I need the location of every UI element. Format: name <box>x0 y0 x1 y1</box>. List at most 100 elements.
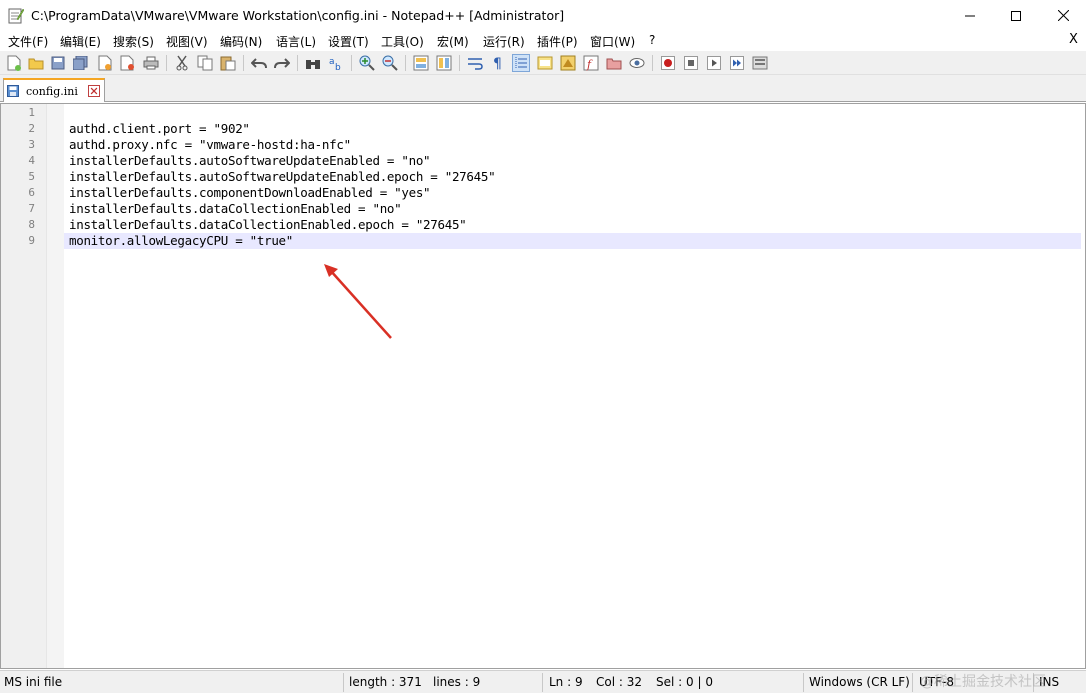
menu-file[interactable]: 文件(F) <box>8 33 48 50</box>
minimize-icon <box>965 15 975 16</box>
status-separator <box>803 673 804 692</box>
menu-plugins[interactable]: 插件(P) <box>537 33 578 50</box>
save-button[interactable] <box>49 54 67 72</box>
menu-help[interactable]: ? <box>649 33 655 47</box>
svg-text:b: b <box>335 63 341 71</box>
save-icon <box>7 85 19 97</box>
fold-margin <box>46 104 64 668</box>
sync-horizontal-button[interactable] <box>435 54 453 72</box>
word-wrap-button[interactable] <box>466 54 484 72</box>
close-button[interactable] <box>1040 0 1086 31</box>
document-map-icon <box>560 55 576 71</box>
record-macro-button[interactable] <box>659 54 677 72</box>
menu-view[interactable]: 视图(V) <box>166 33 208 50</box>
editor-area[interactable]: 1 2 authd.client.port = "902" 3 authd.proxy.… <box>0 103 1086 669</box>
zoom-out-icon <box>382 55 398 71</box>
word-wrap-icon <box>468 58 483 70</box>
line-number: 6 <box>28 186 35 199</box>
toolbar: ab ¶ f <box>0 51 1086 75</box>
redo-icon <box>274 58 290 69</box>
sync-horizontal-icon <box>436 55 452 71</box>
menu-run[interactable]: 运行(R) <box>483 33 525 50</box>
find-button[interactable] <box>304 54 322 72</box>
close-document-button[interactable]: X <box>1069 32 1078 47</box>
folder-open-icon <box>28 58 44 70</box>
print-button[interactable] <box>142 54 160 72</box>
menu-macro[interactable]: 宏(M) <box>437 33 469 50</box>
toolbar-separator <box>652 55 653 71</box>
code-line[interactable]: installerDefaults.autoSoftwareUpdateEnab… <box>69 153 431 168</box>
printer-icon <box>143 56 159 70</box>
zoom-out-button[interactable] <box>381 54 399 72</box>
svg-text:a: a <box>329 57 335 67</box>
sync-vertical-button[interactable] <box>412 54 430 72</box>
title-bar: C:\ProgramData\VMware\VMware Workstation… <box>0 0 1086 31</box>
save-macro-icon <box>752 56 768 70</box>
menu-bar: 文件(F) 编辑(E) 搜索(S) 视图(V) 编码(N) 语言(L) 设置(T… <box>0 31 1086 51</box>
menu-search[interactable]: 搜索(S) <box>113 33 154 50</box>
folder-workspace-button[interactable] <box>605 54 623 72</box>
code-line[interactable]: authd.proxy.nfc = "vmware-hostd:ha-nfc" <box>69 137 351 152</box>
tab-label: config.ini <box>26 85 78 98</box>
toolbar-separator <box>166 55 167 71</box>
record-icon <box>661 56 675 70</box>
code-line[interactable]: monitor.allowLegacyCPU = "true" <box>69 233 293 248</box>
minimize-button[interactable] <box>947 0 993 31</box>
save-all-button[interactable] <box>72 54 90 72</box>
status-separator <box>343 673 344 692</box>
close-file-icon <box>98 55 112 71</box>
code-line[interactable]: authd.client.port = "902" <box>69 121 250 136</box>
line-number: 2 <box>28 122 35 135</box>
save-macro-button[interactable] <box>751 54 769 72</box>
window-title: C:\ProgramData\VMware\VMware Workstation… <box>31 8 565 23</box>
user-language-button[interactable] <box>536 54 554 72</box>
binoculars-icon <box>306 60 320 69</box>
open-file-button[interactable] <box>27 54 45 72</box>
paste-button[interactable] <box>219 54 237 72</box>
redo-button[interactable] <box>273 54 291 72</box>
menu-encoding[interactable]: 编码(N) <box>220 33 262 50</box>
tab-bar: config.ini <box>0 75 1086 102</box>
status-eol[interactable]: Windows (CR LF) <box>809 675 910 689</box>
new-file-button[interactable] <box>5 54 23 72</box>
replace-button[interactable]: ab <box>327 54 345 72</box>
run-macro-multiple-button[interactable] <box>728 54 746 72</box>
fast-forward-icon <box>730 56 744 70</box>
undo-button[interactable] <box>250 54 268 72</box>
menu-settings[interactable]: 设置(T) <box>328 33 369 50</box>
toolbar-separator <box>297 55 298 71</box>
code-line[interactable]: installerDefaults.dataCollectionEnabled.… <box>69 217 467 232</box>
show-all-chars-button[interactable]: ¶ <box>489 54 507 72</box>
monitoring-button[interactable] <box>628 54 646 72</box>
code-line[interactable]: installerDefaults.autoSoftwareUpdateEnab… <box>69 169 496 184</box>
menu-language[interactable]: 语言(L) <box>276 33 316 50</box>
doc-map-button[interactable] <box>559 54 577 72</box>
menu-window[interactable]: 窗口(W) <box>590 33 635 50</box>
maximize-button[interactable] <box>993 0 1039 31</box>
status-lines: lines : 9 <box>433 675 481 689</box>
close-file-button[interactable] <box>96 54 114 72</box>
indent-guide-button[interactable] <box>512 54 530 72</box>
tab-close-icon[interactable] <box>88 85 100 97</box>
stop-macro-button[interactable] <box>682 54 700 72</box>
pilcrow-icon: ¶ <box>493 56 502 71</box>
zoom-in-icon <box>359 55 375 71</box>
close-icon <box>1057 10 1069 21</box>
play-macro-button[interactable] <box>705 54 723 72</box>
code-line[interactable]: installerDefaults.dataCollectionEnabled … <box>69 201 402 216</box>
status-col: Col : 32 <box>596 675 642 689</box>
function-list-button[interactable]: f <box>582 54 600 72</box>
cut-button[interactable] <box>173 54 191 72</box>
code-line[interactable]: installerDefaults.componentDownloadEnabl… <box>69 185 431 200</box>
paste-icon <box>220 56 236 71</box>
close-all-button[interactable] <box>119 54 137 72</box>
menu-edit[interactable]: 编辑(E) <box>60 33 101 50</box>
zoom-in-button[interactable] <box>358 54 376 72</box>
toolbar-separator <box>351 55 352 71</box>
maximize-icon <box>1011 10 1021 21</box>
line-number: 3 <box>28 138 35 151</box>
menu-tools[interactable]: 工具(O) <box>381 33 424 50</box>
copy-button[interactable] <box>196 54 214 72</box>
tab-config-ini[interactable]: config.ini <box>3 78 105 102</box>
save-icon <box>51 56 65 70</box>
